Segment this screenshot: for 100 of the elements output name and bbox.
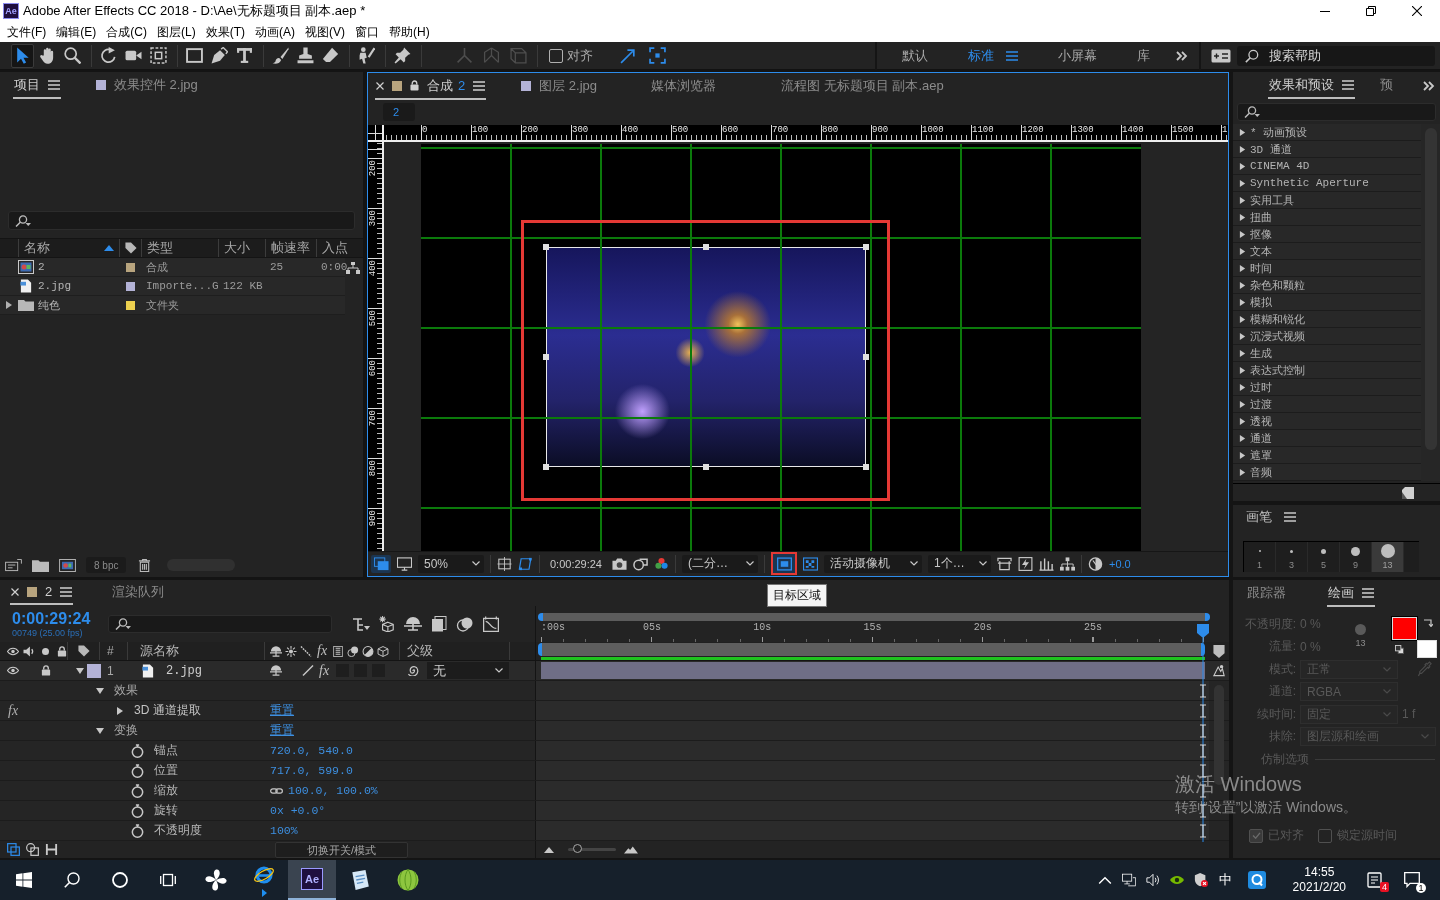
project-item-row[interactable]: 2 合成 25 0:00 <box>0 258 345 277</box>
chain-link-icon[interactable] <box>270 786 283 795</box>
toggle-switches-modes-button[interactable]: 切换开关/模式 <box>275 841 408 858</box>
chevrons-icon[interactable] <box>1423 81 1435 91</box>
eye-icon[interactable] <box>7 665 19 676</box>
effect-category-row[interactable]: 生成 <box>1233 345 1421 362</box>
eye-icon[interactable] <box>7 645 19 657</box>
menu-icon[interactable] <box>1284 512 1296 522</box>
effect-category-row[interactable]: 过渡 <box>1233 396 1421 413</box>
column-header[interactable]: 父级 <box>407 642 433 660</box>
region-of-interest-button[interactable] <box>771 552 797 575</box>
brush-tip[interactable]: 3 <box>1276 542 1308 572</box>
effect-category-row[interactable]: CINEMA 4D <box>1233 158 1421 175</box>
stopwatch-icon[interactable] <box>131 783 144 798</box>
large-mountain-icon[interactable] <box>624 845 638 854</box>
expand-arrow-icon[interactable] <box>1239 400 1246 408</box>
resolution-dropdown[interactable]: (二分… <box>682 554 758 573</box>
property-value[interactable]: 100.0, 100.0% <box>288 784 378 797</box>
expand-arrow-icon[interactable] <box>96 686 104 695</box>
pennant-marker-icon[interactable] <box>1213 644 1225 658</box>
expand-arrow-icon[interactable] <box>1239 417 1246 425</box>
property-value[interactable]: 720.0, 540.0 <box>270 744 353 757</box>
search-field[interactable] <box>108 615 332 633</box>
column-header[interactable]: 源名称 <box>140 642 179 660</box>
effect-category-row[interactable]: 模拟 <box>1233 294 1421 311</box>
ruler-origin[interactable] <box>368 125 384 142</box>
column-header[interactable]: 大小 <box>218 239 265 257</box>
project-item-row[interactable]: 2.jpg Importe...G 122 KB <box>0 277 345 296</box>
slider-thumb[interactable] <box>573 844 583 853</box>
expand-arrow-icon[interactable] <box>1239 451 1246 459</box>
effect-category-row[interactable]: 模糊和锐化 <box>1233 311 1421 328</box>
menu-item[interactable]: 视图(V) <box>300 22 350 42</box>
menu-item[interactable]: 动画(A) <box>250 22 300 42</box>
action-center-button[interactable]: 1 <box>1400 869 1424 891</box>
tag-icon[interactable] <box>77 645 90 657</box>
branch-caret-icon[interactable] <box>352 616 370 632</box>
expand-arrow-icon[interactable] <box>1239 247 1246 255</box>
playhead[interactable] <box>1197 624 1210 638</box>
card-corner-icon[interactable] <box>5 558 22 572</box>
mountain-sun-icon[interactable] <box>1213 664 1225 677</box>
expand-arrow-icon[interactable] <box>116 706 124 715</box>
brush-tip[interactable]: 5 <box>1308 542 1340 572</box>
menu-item[interactable]: 效果(T) <box>200 22 250 42</box>
exposure-value[interactable]: +0.0 <box>1109 557 1131 570</box>
effect-category-row[interactable]: Synthetic Aperture <box>1233 175 1421 192</box>
input-method-indicator[interactable]: 中 <box>1218 871 1232 889</box>
speaker-icon[interactable] <box>23 645 35 657</box>
cube-icon[interactable] <box>377 645 390 657</box>
effect-category-row[interactable]: 扭曲 <box>1233 209 1421 226</box>
stopwatch-icon[interactable] <box>131 763 144 778</box>
search-field[interactable] <box>8 211 355 230</box>
workspace-tab[interactable]: 标准 <box>948 42 1038 69</box>
effect-category-row[interactable]: 表达式控制 <box>1233 362 1421 379</box>
expand-arrow-icon[interactable] <box>1239 281 1246 289</box>
overlapping-circles-icon[interactable] <box>456 616 474 632</box>
panel-tab[interactable]: 预 <box>1379 72 1394 99</box>
lock-icon[interactable] <box>40 665 52 676</box>
menu-item[interactable]: 编辑(E) <box>51 22 102 42</box>
taskbar-app[interactable]: Ae <box>288 860 336 900</box>
crosshair-frame-icon[interactable] <box>497 556 512 571</box>
expand-arrow-icon[interactable] <box>1239 162 1246 170</box>
camera-view-dropdown[interactable]: 活动摄像机 <box>824 554 922 573</box>
effect-category-row[interactable]: 杂色和颗粒 <box>1233 277 1421 294</box>
expand-arrow-icon[interactable] <box>96 726 104 735</box>
menu-item[interactable]: 帮助(H) <box>384 22 435 42</box>
expand-arrow-icon[interactable] <box>1239 332 1246 340</box>
lock-icon[interactable] <box>410 80 419 91</box>
menu-item[interactable]: 窗口 <box>350 22 384 42</box>
expand-arrow-icon[interactable] <box>1239 298 1246 306</box>
panel-tab[interactable]: 项目 <box>13 72 61 99</box>
column-header[interactable]: 名称 <box>18 239 119 257</box>
folded-corner-icon[interactable] <box>1402 486 1414 499</box>
effect-category-row[interactable]: * 动画预设 <box>1233 124 1421 141</box>
composition-breadcrumb[interactable]: 2 <box>383 103 415 121</box>
filled-dot-icon[interactable] <box>42 647 49 655</box>
project-item-row[interactable]: 纯色 文件夹 <box>0 296 345 315</box>
tool-button[interactable] <box>11 43 34 68</box>
panel-tab[interactable]: 渲染队列 <box>111 580 166 605</box>
effect-category-row[interactable]: 抠像 <box>1233 226 1421 243</box>
expand-arrow-icon[interactable] <box>1239 434 1246 442</box>
layer-name[interactable]: 2.jpg <box>166 663 202 678</box>
sparkle-cube-icon[interactable] <box>378 616 396 632</box>
column-header[interactable]: 入点 <box>316 239 345 257</box>
resize-handle[interactable] <box>863 354 869 360</box>
effect-category-row[interactable]: 沉浸式视频 <box>1233 328 1421 345</box>
effect-category-row[interactable]: 3D 通道 <box>1233 141 1421 158</box>
flowchart-icon[interactable] <box>1060 556 1075 571</box>
effect-category-row[interactable]: 透视 <box>1233 413 1421 430</box>
always-preview-button[interactable] <box>371 554 391 573</box>
color-circles-icon[interactable] <box>654 556 669 571</box>
checkerboard-icon[interactable] <box>803 556 818 571</box>
column-header[interactable]: 帧速率 <box>265 239 316 257</box>
clock-date[interactable]: 2021/2/20 <box>1292 880 1346 895</box>
region-of-interest-frame[interactable] <box>521 220 890 501</box>
workspace-tab[interactable]: 默认 <box>882 42 948 69</box>
panel-tab[interactable]: 2 <box>10 580 74 605</box>
resize-handle[interactable] <box>543 354 549 360</box>
shield-icon[interactable] <box>1193 873 1208 887</box>
photo-placeholder[interactable] <box>546 247 866 467</box>
current-time[interactable]: 0:00:29:24 <box>12 609 108 628</box>
